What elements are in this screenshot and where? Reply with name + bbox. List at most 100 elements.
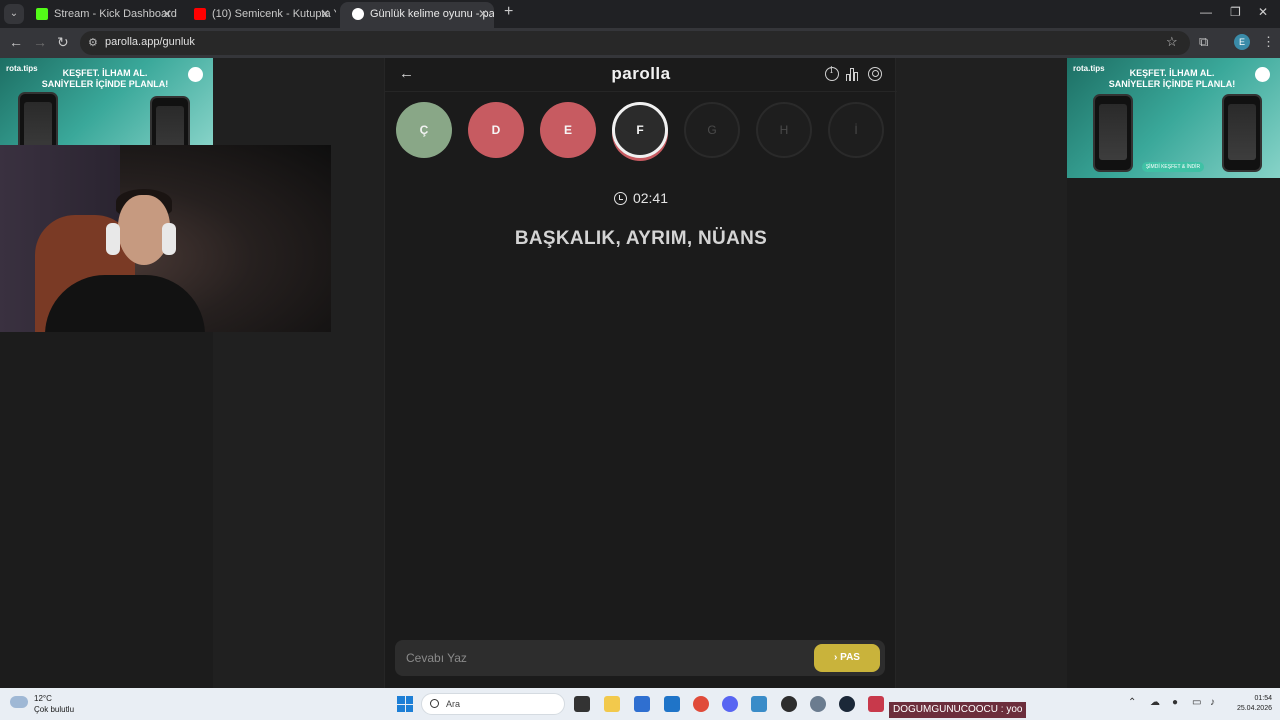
reload-icon[interactable]: ↻ (57, 34, 69, 51)
letter-circle-pending: G (684, 102, 740, 158)
clock-icon (613, 192, 627, 205)
forward-arrow-icon[interactable]: → (33, 34, 47, 50)
url-text: parolla.app/gunluk (105, 36, 195, 48)
search-placeholder: Ara (446, 699, 461, 709)
letter-circle-correct: Ç (396, 102, 452, 158)
extensions-icon[interactable]: ⧉ (1199, 34, 1208, 50)
answer-bar: › PAS (395, 640, 885, 676)
discord-icon[interactable] (722, 696, 738, 712)
clock-time: 01:54 (1254, 695, 1272, 702)
parolla-app: ← parolla Ç D E F G H İ 02:41 BAŞKALIK, … (384, 58, 897, 688)
obs-icon[interactable] (781, 696, 797, 712)
tray-chevron-up-icon[interactable]: ⌃ (1128, 697, 1136, 708)
clue-text: BAŞKALIK, AYRIM, NÜANS (514, 228, 768, 249)
store-icon[interactable] (634, 696, 650, 712)
weather-desc: Çok bulutlu (34, 705, 75, 714)
answer-input[interactable] (395, 640, 805, 676)
bookmark-star-icon[interactable]: ☆ (1166, 34, 1178, 50)
app-header: ← parolla (385, 58, 897, 92)
kick-favicon-icon (36, 8, 48, 20)
outlook-icon[interactable] (664, 696, 680, 712)
ad-brand: rota.tips (6, 64, 38, 73)
parolla-favicon-icon (352, 8, 364, 20)
chat-overlay-message: DOGUMGUNUCOOCU : yoo (889, 702, 1027, 718)
right-ad-column: rota.tips KEŞFET. İLHAM AL. SANİYELER İÇ… (1067, 58, 1280, 688)
microphone-icon[interactable]: ● (1172, 697, 1178, 708)
cloud-icon (10, 696, 28, 708)
task-view-icon[interactable] (574, 696, 590, 712)
countdown-timer: 02:41 (385, 190, 897, 206)
taskbar-clock[interactable]: 01:54 25.04.2026 (1232, 694, 1272, 714)
tab-title: Günlük kelime oyunu - parolla (370, 8, 494, 20)
letter-progress-row: Ç D E F G H İ (385, 102, 897, 162)
youtube-favicon-icon (194, 8, 206, 20)
tab-title: Stream - Kick Dashboard (54, 8, 177, 20)
ad-headline-line2: SANİYELER İÇİNDE PLANLA! (41, 79, 169, 89)
restore-icon[interactable]: ❐ (1230, 5, 1241, 19)
notepad-icon[interactable] (751, 696, 767, 712)
ad-headline: KEŞFET. İLHAM AL. SANİYELER İÇİNDE PLANL… (1107, 68, 1237, 90)
letter-circle-wrong: E (540, 102, 596, 158)
tab-parolla[interactable]: Günlük kelime oyunu - parolla ✕ (340, 2, 494, 28)
timer-value: 02:41 (632, 190, 669, 206)
phone-mockup-icon (1222, 94, 1262, 172)
settings-icon[interactable] (810, 696, 826, 712)
tab-close-icon[interactable]: ✕ (162, 2, 172, 26)
headphones-icon (106, 223, 120, 255)
more-menu-icon[interactable]: ⋮ (1262, 34, 1275, 50)
letter-circle-wrong: D (468, 102, 524, 158)
app-logo: parolla (611, 64, 671, 83)
back-arrow-icon[interactable]: ← (9, 34, 23, 50)
user-profile-icon[interactable] (868, 67, 882, 81)
address-bar[interactable]: ⚙ parolla.app/gunluk (80, 31, 1190, 55)
weather-temp: 12°C (34, 694, 52, 703)
pass-button[interactable]: › PAS (814, 644, 880, 672)
info-icon[interactable] (825, 66, 839, 81)
display-icon[interactable]: ▭ (1192, 697, 1201, 708)
ad-decoration-icon (1255, 67, 1270, 82)
phone-mockup-icon (1093, 94, 1133, 172)
tab-close-icon[interactable]: ✕ (478, 2, 488, 26)
taskbar-search[interactable]: Ara (421, 693, 565, 715)
ad-headline-line1: KEŞFET. İLHAM AL. (1129, 68, 1215, 78)
volume-icon[interactable]: ♪ (1210, 697, 1215, 708)
stats-icon[interactable] (846, 67, 860, 81)
clock-date: 25.04.2026 (1236, 705, 1272, 712)
tab-close-icon[interactable]: ✕ (320, 2, 330, 26)
steam-icon[interactable] (839, 696, 855, 712)
tab-title: (10) Semicenk - Kutupta Yaz Gü (212, 8, 336, 20)
letter-circle-current: F (612, 102, 668, 158)
windows-start-icon[interactable] (397, 696, 413, 712)
phone-mockup-icon (18, 92, 58, 146)
network-icon[interactable]: ☁ (1150, 697, 1160, 708)
tab-youtube[interactable]: (10) Semicenk - Kutupta Yaz Gü ✕ (182, 2, 336, 28)
minimize-icon[interactable]: — (1200, 5, 1212, 19)
ad-brand: rota.tips (1073, 64, 1105, 73)
app-icon[interactable] (868, 696, 884, 712)
tab-search-menu-button[interactable]: ⌄ (4, 4, 24, 24)
ad-cta-button[interactable]: ŞİMDİ KEŞFET & İNDİR (1142, 162, 1204, 172)
windows-taskbar: 12°C Çok bulutlu Ara DOGUMGUNUCOOCU : yo… (0, 688, 1280, 720)
site-info-icon[interactable]: ⚙ (88, 36, 98, 49)
file-explorer-icon[interactable] (604, 696, 620, 712)
profile-avatar[interactable]: E (1234, 34, 1250, 50)
window-close-icon[interactable]: ✕ (1258, 5, 1268, 19)
browser-toolbar: ← → ↻ ⚙ parolla.app/gunluk ☆ ⧉ E ⋮ (0, 28, 1280, 58)
ad-decoration-icon (188, 67, 203, 82)
browser-tab-bar: ⌄ Stream - Kick Dashboard ✕ (10) Semicen… (0, 0, 1280, 28)
ad-headline-line1: KEŞFET. İLHAM AL. (62, 68, 148, 78)
web-page: rota.tips KEŞFET. İLHAM AL. SANİYELER İÇ… (0, 58, 1280, 688)
chrome-icon[interactable] (693, 696, 709, 712)
phone-mockup-icon (150, 96, 190, 146)
ad-banner-right[interactable]: rota.tips KEŞFET. İLHAM AL. SANİYELER İÇ… (1067, 58, 1280, 178)
new-tab-button[interactable]: + (504, 3, 513, 21)
ad-headline: KEŞFET. İLHAM AL. SANİYELER İÇİNDE PLANL… (40, 68, 170, 90)
ad-headline-line2: SANİYELER İÇİNDE PLANLA! (1108, 79, 1236, 89)
ad-banner-left[interactable]: rota.tips KEŞFET. İLHAM AL. SANİYELER İÇ… (0, 58, 213, 146)
webcam-overlay (0, 145, 331, 332)
letter-circle-pending: İ (828, 102, 884, 158)
tab-kick-dashboard[interactable]: Stream - Kick Dashboard ✕ (24, 2, 178, 28)
letter-circle-pending: H (756, 102, 812, 158)
headphones-icon (162, 223, 176, 255)
search-icon (430, 699, 439, 708)
